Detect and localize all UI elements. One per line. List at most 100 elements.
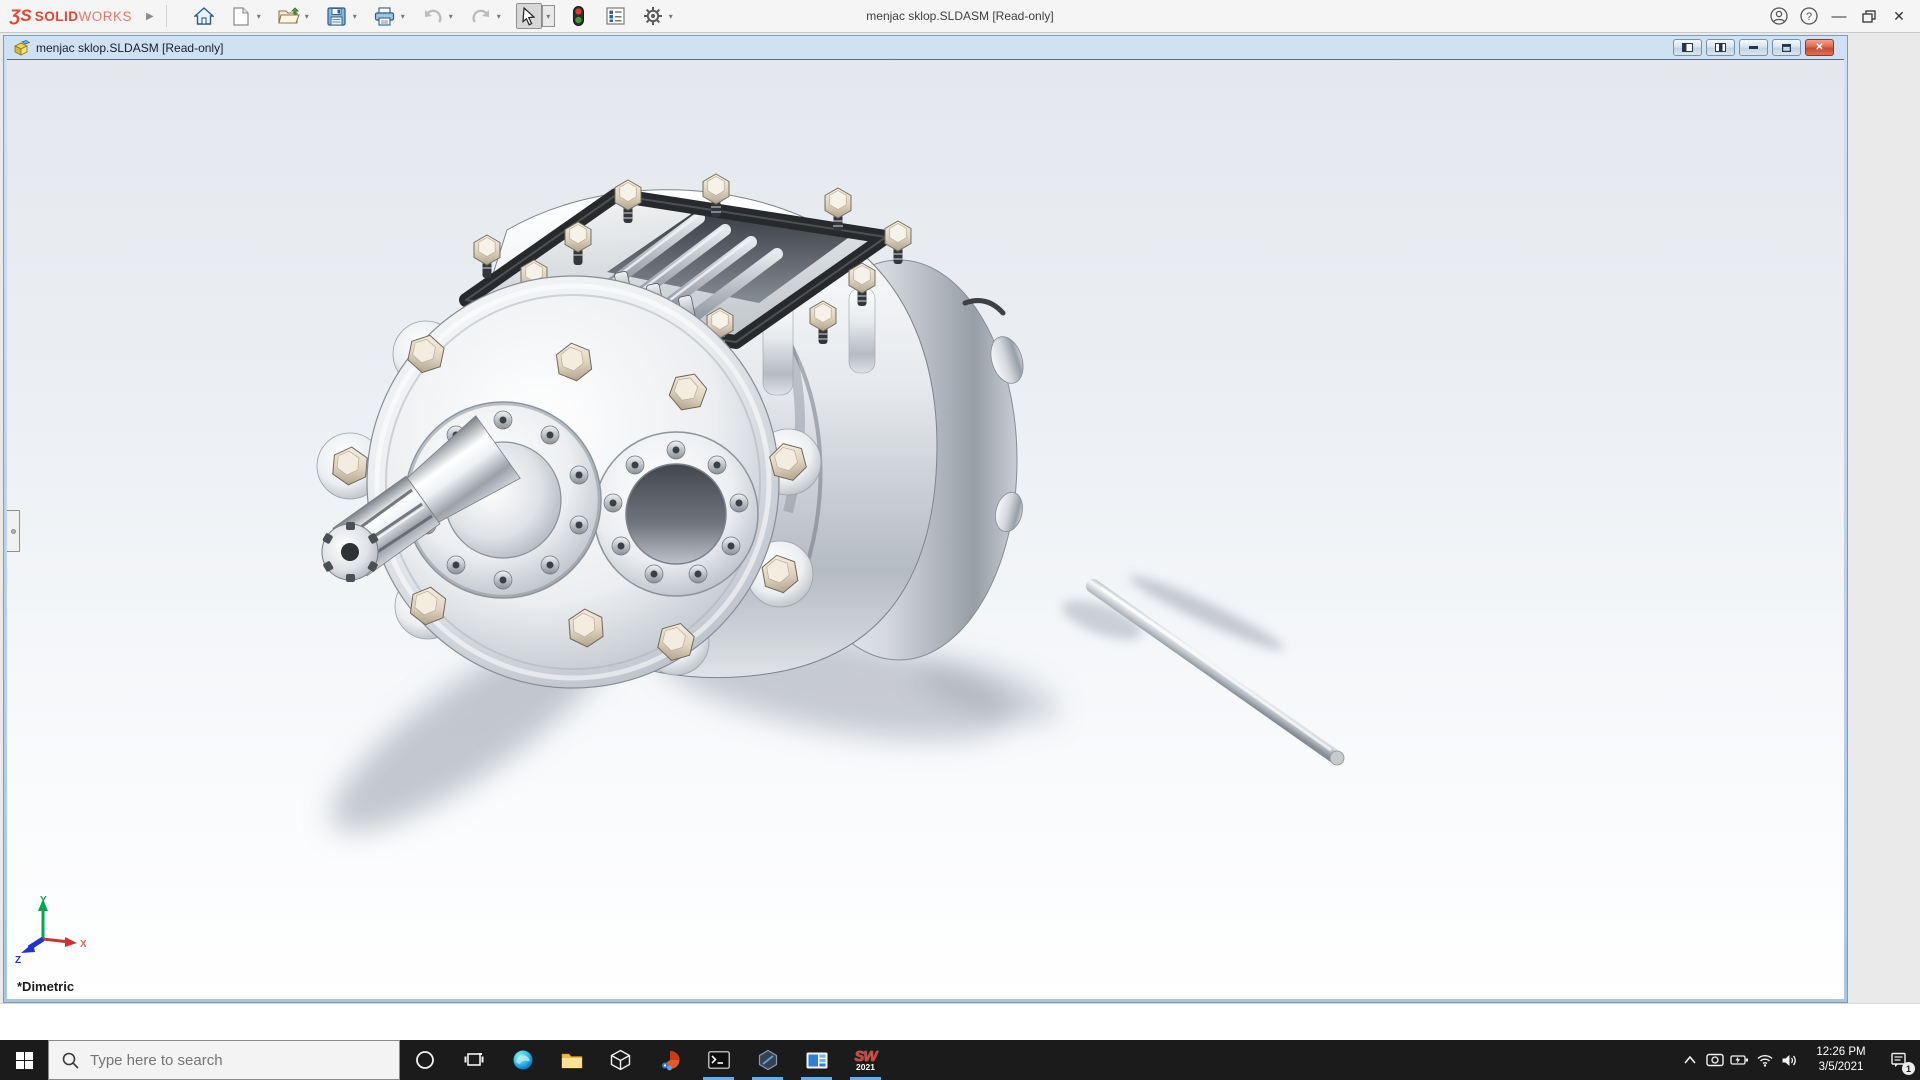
search-input[interactable] <box>90 1052 360 1069</box>
doc-pane-right-button[interactable] <box>1706 39 1735 56</box>
minimize-button[interactable]: — <box>1824 0 1854 32</box>
restore-button[interactable] <box>1854 0 1884 32</box>
doc-pane-left-button[interactable] <box>1673 39 1702 56</box>
taskbar-search[interactable] <box>48 1040 400 1080</box>
tray-battery-button[interactable] <box>1727 1040 1752 1080</box>
notification-badge: 1 <box>1902 1062 1915 1075</box>
tray-time: 12:26 PM <box>1810 1045 1872 1060</box>
print-button[interactable] <box>372 3 398 29</box>
taskbar-app-solidworks[interactable]: SW 2021 <box>841 1040 890 1080</box>
start-button[interactable] <box>0 1040 48 1080</box>
print-dropdown[interactable]: ▾ <box>401 12 409 21</box>
doc-minimize-button[interactable] <box>1739 39 1768 56</box>
redo-icon <box>471 8 491 24</box>
redo-dropdown[interactable]: ▾ <box>497 12 505 21</box>
blue-window-app-icon <box>806 1052 828 1069</box>
tray-display-button[interactable] <box>1702 1040 1727 1080</box>
solidworks-logo: ƷS SOLID WORKS <box>0 6 132 26</box>
status-bar <box>0 1003 1920 1040</box>
app-title: menjac sklop.SLDASM [Read-only] <box>866 9 1053 23</box>
media-tool-icon <box>659 1049 681 1071</box>
tray-volume-button[interactable] <box>1777 1040 1802 1080</box>
new-document-icon <box>233 7 249 26</box>
tray-date: 3/5/2021 <box>1810 1060 1872 1075</box>
help-icon: ? <box>1800 7 1818 25</box>
open-dropdown[interactable]: ▾ <box>305 12 313 21</box>
triad-z-label: Z <box>15 955 21 966</box>
home-button[interactable] <box>191 3 217 29</box>
tray-show-hidden-icons-button[interactable] <box>1677 1040 1702 1080</box>
undo-dropdown[interactable]: ▾ <box>449 12 457 21</box>
help-button[interactable]: ? <box>1794 0 1824 32</box>
taskbar-app-hex-utility[interactable] <box>743 1040 792 1080</box>
svg-text:?: ? <box>1806 11 1812 23</box>
save-button[interactable] <box>324 3 350 29</box>
search-icon <box>62 1052 79 1069</box>
document-title: menjac sklop.SLDASM [Read-only] <box>36 41 223 55</box>
chevron-up-icon <box>1683 1054 1697 1066</box>
select-tool-dropdown[interactable]: ▾ <box>542 5 555 27</box>
doc-minimize-icon <box>1749 46 1758 49</box>
taskbar-app-media-tool[interactable] <box>645 1040 694 1080</box>
assembly-document-icon <box>13 40 30 56</box>
select-cursor-icon <box>520 7 538 26</box>
doc-close-button[interactable]: ✕ <box>1805 39 1834 56</box>
new-document-dropdown[interactable]: ▾ <box>257 12 265 21</box>
display-icon <box>1706 1053 1724 1068</box>
system-tray: 12:26 PM 3/5/2021 1 <box>1677 1040 1920 1080</box>
taskbar-app-cortana[interactable] <box>400 1040 449 1080</box>
options-dropdown[interactable]: ▾ <box>669 12 677 21</box>
taskbar-app-3d-viewer[interactable] <box>596 1040 645 1080</box>
taskbar: SW 2021 <box>0 1040 1920 1080</box>
doc-restore-icon <box>1782 44 1791 52</box>
print-icon <box>374 7 395 26</box>
triad-y-label: Y <box>40 895 47 906</box>
account-icon <box>1770 7 1788 25</box>
file-explorer-icon <box>561 1051 583 1070</box>
taskbar-app-command-prompt[interactable] <box>694 1040 743 1080</box>
redo-button[interactable] <box>468 3 494 29</box>
account-button[interactable] <box>1764 0 1794 32</box>
menu-flyout-arrow-icon[interactable]: ▶ <box>146 11 154 22</box>
open-button[interactable] <box>276 3 302 29</box>
file-properties-icon <box>606 7 625 25</box>
task-view-icon <box>464 1051 484 1069</box>
close-button[interactable]: ✕ <box>1884 0 1914 32</box>
save-icon <box>327 7 346 26</box>
rebuild-button[interactable] <box>566 3 592 29</box>
panel-splitter-handle[interactable] <box>7 510 20 552</box>
document-window: menjac sklop.SLDASM [Read-only] <box>3 35 1848 1003</box>
save-dropdown[interactable]: ▾ <box>353 12 361 21</box>
pane-left-icon <box>1682 43 1693 52</box>
tray-network-button[interactable] <box>1752 1040 1777 1080</box>
options-button[interactable] <box>640 3 666 29</box>
cortana-icon <box>415 1050 435 1070</box>
hexagon-app-icon <box>757 1049 779 1071</box>
triad-x-label: X <box>80 939 87 950</box>
undo-button[interactable] <box>420 3 446 29</box>
taskbar-app-file-explorer[interactable] <box>547 1040 596 1080</box>
select-tool-button[interactable] <box>516 3 542 29</box>
battery-icon <box>1730 1053 1749 1067</box>
graphics-viewport[interactable]: Y X Z *Dimetric <box>7 59 1844 999</box>
toolbar-separator <box>166 5 167 27</box>
bearing-boss-right <box>594 432 758 596</box>
action-center-button[interactable]: 1 <box>1878 1040 1920 1080</box>
view-orientation-label: *Dimetric <box>17 979 74 994</box>
new-document-button[interactable] <box>228 3 254 29</box>
solidworks-logo-mark: ƷS <box>10 6 32 26</box>
undo-icon <box>423 8 443 24</box>
taskbar-app-blue-window[interactable] <box>792 1040 841 1080</box>
rebuild-traffic-light-icon <box>573 6 584 26</box>
taskbar-app-task-view[interactable] <box>449 1040 498 1080</box>
solidworks-taskbar-icon: SW 2021 <box>854 1049 876 1072</box>
document-titlebar[interactable]: menjac sklop.SLDASM [Read-only] <box>7 37 1844 59</box>
doc-restore-button[interactable] <box>1772 39 1801 56</box>
file-properties-button[interactable] <box>603 3 629 29</box>
tray-clock[interactable]: 12:26 PM 3/5/2021 <box>1810 1045 1872 1075</box>
gearbox-3d-model <box>7 60 1844 999</box>
orientation-triad: Y X Z <box>7 893 97 971</box>
options-gear-icon <box>643 6 663 26</box>
taskbar-app-edge[interactable] <box>498 1040 547 1080</box>
edge-icon <box>512 1049 534 1071</box>
